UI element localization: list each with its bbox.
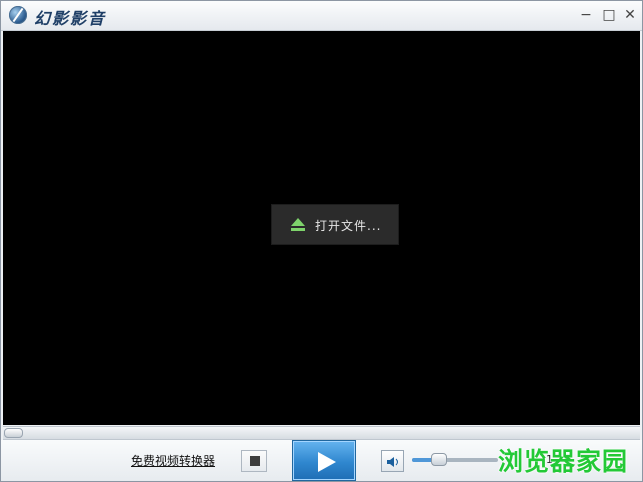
speaker-icon <box>387 457 398 467</box>
watermark-text: 浏览器家园 <box>498 447 629 476</box>
seek-thumb[interactable] <box>4 428 23 438</box>
player-window: 幻影影音 − □ ✕ 打开文件... 免费视频转换器 1 浏览器家园 <box>0 0 643 482</box>
control-bar: 免费视频转换器 1 浏览器家园 <box>1 440 642 481</box>
play-icon <box>318 452 336 472</box>
open-file-label: 打开文件... <box>315 219 382 233</box>
volume-button[interactable] <box>381 450 404 472</box>
eject-icon <box>291 218 305 231</box>
title-bar[interactable]: 幻影影音 − □ ✕ <box>1 1 642 31</box>
seek-bar[interactable] <box>3 426 640 440</box>
app-logo-icon <box>9 6 27 24</box>
app-title: 幻影影音 <box>34 9 107 28</box>
video-area[interactable]: 打开文件... <box>3 31 640 425</box>
open-file-button[interactable]: 打开文件... <box>271 204 399 245</box>
close-button[interactable]: ✕ <box>621 6 639 24</box>
volume-thumb[interactable] <box>430 453 447 466</box>
free-video-converter-link[interactable]: 免费视频转换器 <box>131 452 215 469</box>
play-button[interactable] <box>292 440 356 481</box>
stop-button[interactable] <box>241 450 267 472</box>
stop-icon <box>250 456 260 466</box>
minimize-button[interactable]: − <box>577 6 595 24</box>
volume-slider[interactable] <box>412 453 498 466</box>
maximize-button[interactable]: □ <box>600 6 618 24</box>
